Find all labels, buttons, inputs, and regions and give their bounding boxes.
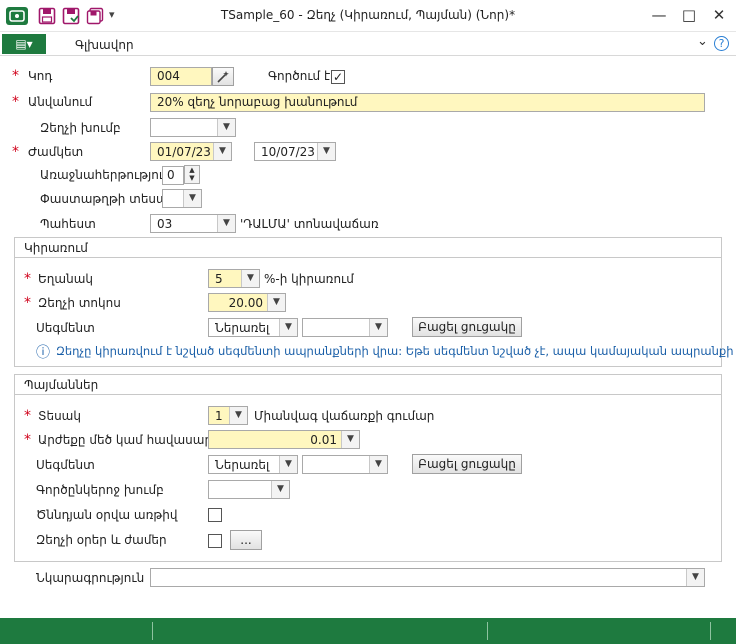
tab-main[interactable]: Գլխավոր [75, 38, 134, 52]
conditions-segment-select[interactable]: ▼ [302, 455, 388, 474]
status-separator [487, 622, 488, 640]
chevron-down-icon: ▼ [686, 569, 704, 586]
chevron-down-icon: ▼ [279, 319, 297, 336]
chevron-down-icon: ▼ [217, 119, 235, 136]
code-input[interactable]: 004 [150, 67, 212, 86]
close-button[interactable]: ✕ [704, 2, 734, 28]
amount-input[interactable]: 0.01 ▼ [208, 430, 360, 449]
chevron-down-icon: ▼ [369, 319, 387, 336]
warehouse-select[interactable]: 03 ▼ [150, 214, 236, 233]
application-group-title: Կիրառում [24, 241, 88, 255]
description-label: Նկարագրություն [36, 571, 145, 585]
name-input[interactable]: 20% զեղչ նորաբաց խանութում [150, 93, 705, 112]
segment-mode-select[interactable]: Ներառել ▼ [208, 318, 298, 337]
conditions-group-header [15, 375, 721, 395]
description-select[interactable]: ▼ [150, 568, 705, 587]
menu-toggle-button[interactable]: ▤▾ [2, 34, 46, 54]
priority-input[interactable]: 0 [162, 166, 184, 185]
days-hours-label: Զեղչի օրեր և ժամեր [36, 533, 167, 547]
maximize-button[interactable]: □ [674, 2, 704, 28]
amount-label: Արժեքը մեծ կամ հավասար է [38, 433, 223, 447]
document-type-label: Փաստաթղթի տեսակ [40, 192, 176, 206]
application-info-text: Զեղչը կիրառվում է նշված սեգմենտի ապրանքն… [56, 344, 734, 358]
window-title: TSample_60 - Զեղչ (Կիրառում, Պայման) (Նո… [220, 8, 516, 22]
status-bar [0, 618, 736, 644]
status-separator [710, 622, 711, 640]
code-label: Կոդ [28, 69, 53, 83]
required-marker: * [12, 94, 19, 110]
method-select[interactable]: 5 ▼ [208, 269, 260, 288]
minimize-button[interactable]: — [644, 2, 674, 28]
segment-select[interactable]: ▼ [302, 318, 388, 337]
required-marker: * [24, 295, 31, 311]
chevron-down-icon: ▼ [369, 456, 387, 473]
code-generate-button[interactable] [212, 67, 234, 86]
conditions-open-list-button[interactable]: Բացել ցուցակը [412, 454, 522, 474]
type-select[interactable]: 1 ▼ [208, 406, 248, 425]
required-marker: * [24, 432, 31, 448]
chevron-down-icon: ▼ [183, 190, 201, 207]
period-from-date[interactable]: 01/07/23 ▼ [150, 142, 232, 161]
chevron-down-icon: ▼ [229, 407, 247, 424]
birthday-checkbox[interactable] [208, 508, 222, 522]
collapse-ribbon-icon[interactable]: ⌄ [697, 34, 708, 49]
application-group-header [15, 238, 721, 258]
warehouse-label: Պահեստ [40, 217, 96, 231]
discount-group-select[interactable]: ▼ [150, 118, 236, 137]
chevron-down-icon: ▼ [213, 143, 231, 160]
method-label: Եղանակ [38, 272, 93, 286]
conditions-segment-label: Սեգմենտ [36, 458, 95, 472]
chevron-down-icon: ▼ [217, 215, 235, 232]
birthday-label: Ծննդյան օրվա առթիվ [36, 508, 178, 522]
rate-label: Զեղչի տոկոս [38, 296, 121, 310]
required-marker: * [24, 408, 31, 424]
chevron-down-icon: ▼ [271, 481, 289, 498]
period-label: Ժամկետ [28, 145, 84, 159]
required-marker: * [12, 68, 19, 84]
required-marker: * [24, 271, 31, 287]
info-icon: ⓘ [36, 345, 50, 361]
required-marker: * [12, 144, 19, 160]
active-checkbox[interactable]: ✓ [331, 70, 345, 84]
type-description: Միանվագ վաճառքի գումար [254, 409, 435, 423]
status-separator [152, 622, 153, 640]
partner-group-label: Գործընկերոջ խումբ [36, 483, 164, 497]
chevron-down-icon: ▼ [267, 294, 285, 311]
priority-spinner[interactable]: ▲ ▼ [184, 165, 200, 184]
document-type-select[interactable]: ▼ [162, 189, 202, 208]
warehouse-description: 'ԴԱԼՄԱ' տոնավաճառ [240, 217, 379, 231]
method-description: %-ի կիրառում [264, 272, 354, 286]
priority-label: Առաջնահերթություն [40, 168, 172, 182]
magic-wand-icon [217, 71, 229, 83]
days-hours-checkbox[interactable] [208, 534, 222, 548]
conditions-segment-mode-select[interactable]: Ներառել ▼ [208, 455, 298, 474]
chevron-down-icon: ▼ [241, 270, 259, 287]
rate-input[interactable]: 20.00 ▼ [208, 293, 286, 312]
segment-label: Սեգմենտ [36, 321, 95, 335]
active-label: Գործում է [268, 69, 331, 83]
partner-group-select[interactable]: ▼ [208, 480, 290, 499]
chevron-down-icon: ▼ [279, 456, 297, 473]
days-hours-button[interactable]: ... [230, 530, 262, 550]
chevron-down-icon: ▼ [341, 431, 359, 448]
discount-group-label: Զեղչի խումբ [40, 121, 121, 135]
help-icon[interactable]: ? [714, 36, 729, 51]
type-label: Տեսակ [38, 409, 81, 423]
open-list-button[interactable]: Բացել ցուցակը [412, 317, 522, 337]
period-to-date[interactable]: 10/07/23 ▼ [254, 142, 336, 161]
chevron-down-icon: ▼ [317, 143, 335, 160]
name-label: Անվանում [28, 95, 93, 109]
conditions-group-title: Պայմաններ [24, 378, 99, 392]
